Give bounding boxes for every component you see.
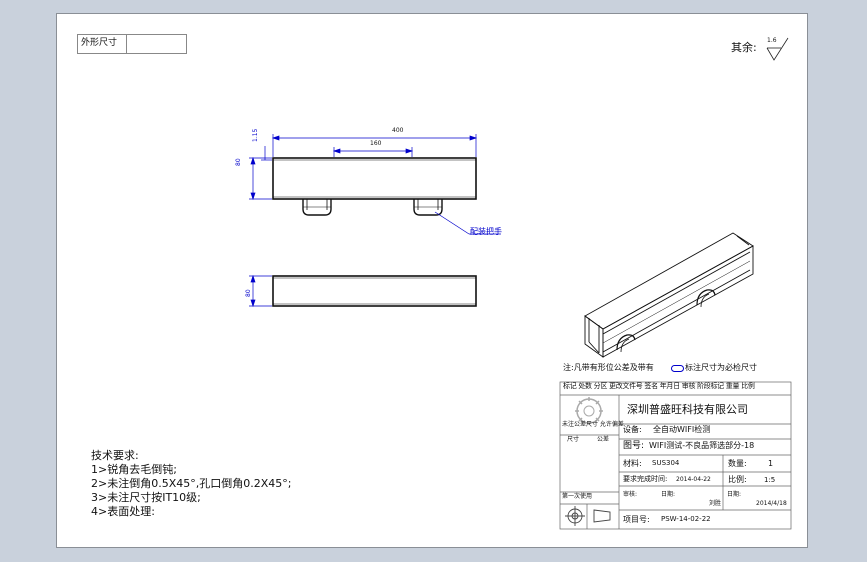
side-dimensions [249, 274, 272, 308]
designer-value: 刘胜 [709, 500, 722, 507]
note-suffix: 标注尺寸为必检尺寸 [685, 363, 757, 372]
isometric-view [584, 232, 754, 358]
dim-height-side: 80 [245, 289, 252, 297]
drawing-name-value: WIFI测试-不良品筛选部分-18 [649, 441, 755, 450]
project-label: 项目号: [623, 515, 650, 524]
tech-requirement-item: 1>锐角去毛倒钝; [91, 463, 177, 476]
company-name: 深圳普盛旺科技有限公司 [627, 403, 748, 416]
finish-label: 要求完成时间: [623, 475, 668, 483]
project-value: PSW-14-02-22 [661, 515, 711, 523]
scale-label: 比例: [728, 475, 747, 484]
design-date-label: 日期: [727, 491, 742, 498]
tech-requirements: 技术要求: 1>锐角去毛倒钝; 2>未注倒角0.5X45°,孔口倒角0.2X45… [91, 450, 291, 517]
material-value: SUS304 [652, 459, 680, 467]
qty-value: 1 [768, 459, 774, 468]
title-header-row: 标记 处数 分区 更改文件号 签名 年月日 审核 阶段标记 重量 比例 [563, 382, 755, 390]
device-label: 设备: [623, 425, 642, 434]
drawing-name-label: 图号: [623, 441, 645, 451]
tech-requirement-item: 2>未注倒角0.5X45°,孔口倒角0.2X45°; [91, 477, 292, 490]
tech-requirements-title: 技术要求: [91, 449, 139, 462]
size-label: 尺寸 [567, 436, 580, 443]
scale-value: 1:5 [764, 476, 776, 484]
qty-label: 数量: [728, 459, 747, 468]
dim-small: 1.15 [252, 128, 259, 142]
projection-symbol-icon [565, 506, 611, 526]
review-date-label: 日期: [661, 491, 676, 498]
tolerance-title: 未注公差尺寸 允许偏差 [562, 421, 624, 428]
drawing-sheet: 外形尺寸 其余: 1.6 400 160 80 1.15 80 配装把手 注:凡… [56, 13, 808, 548]
dim-width: 400 [392, 127, 404, 134]
callout-label: 配装把手 [470, 227, 502, 236]
device-value: 全自动WIFI检测 [653, 425, 711, 434]
front-view [272, 157, 477, 216]
review-label: 审核: [623, 491, 638, 498]
inspection-mark-icon [671, 365, 684, 372]
design-date: 2014/4/18 [756, 500, 787, 507]
tech-requirement-item: 3>未注尺寸按IT10级; [91, 491, 201, 504]
dim-hole-spacing: 160 [370, 140, 382, 147]
note-prefix: 注:凡带有形位公差及带有 [563, 363, 654, 372]
first-use-label: 第一次使用 [562, 493, 593, 500]
side-view [272, 275, 477, 307]
tech-requirement-item: 4>表面处理: [91, 505, 155, 518]
tolerance-label: 公差 [597, 436, 610, 443]
finish-value: 2014-04-22 [676, 476, 711, 483]
front-dimensions [249, 134, 501, 235]
dim-height-front: 80 [235, 158, 242, 166]
material-label: 材料: [623, 459, 642, 468]
